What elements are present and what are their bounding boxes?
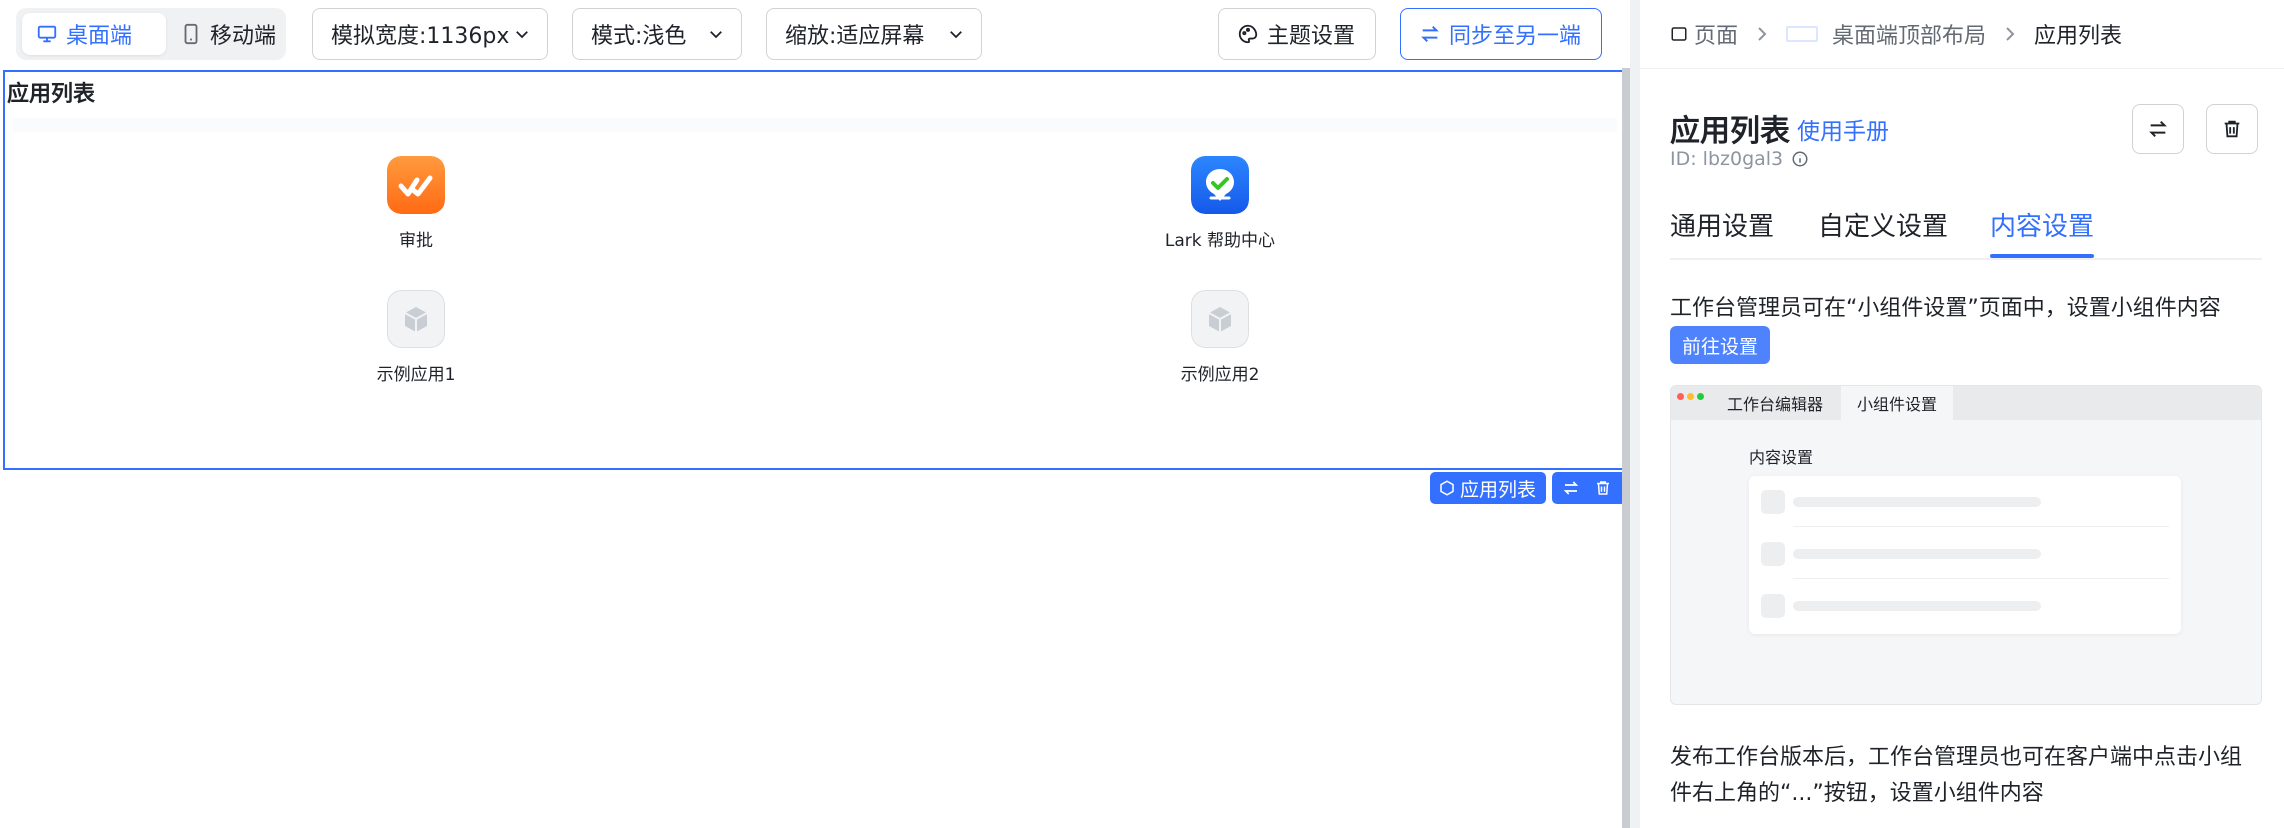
app-name: 示例应用2 xyxy=(1180,365,1260,385)
app-item-help-center[interactable]: Lark 帮助中心 xyxy=(1110,156,1330,251)
component-id: ID: lbz0gal3 xyxy=(1670,148,1809,170)
chevron-down-icon xyxy=(710,31,722,39)
preview-tab-widget-settings: 小组件设置 xyxy=(1841,386,1954,420)
width-select-value: 模拟宽度:1136px xyxy=(331,24,510,49)
cube-icon xyxy=(1191,290,1249,348)
help-center-icon xyxy=(1191,156,1249,214)
settings-tabs: 通用设置 自定义设置 内容设置 xyxy=(1670,200,2262,260)
cube-icon xyxy=(387,290,445,348)
breadcrumb-current: 应用列表 xyxy=(2034,24,2123,49)
theme-settings-button[interactable]: 主题设置 xyxy=(1218,8,1376,60)
properties-panel: 页面 桌面端顶部布局 应用列表 应用列表 使用手册 ID: lbz0gal3 通… xyxy=(1640,0,2284,828)
width-select[interactable]: 模拟宽度:1136px xyxy=(312,8,548,60)
breadcrumb: 页面 桌面端顶部布局 应用列表 xyxy=(1670,18,2122,50)
app-name: 审批 xyxy=(399,231,433,251)
chevron-right-icon xyxy=(2006,27,2015,41)
skeleton-divider xyxy=(1793,526,2169,527)
info-icon[interactable] xyxy=(1791,150,1809,168)
content-description: 工作台管理员可在“小组件设置”页面中，设置小组件内容 xyxy=(1670,296,2221,321)
widget-action-tag xyxy=(1552,472,1626,504)
chevron-down-icon xyxy=(516,31,528,39)
swap-component-button[interactable] xyxy=(2132,104,2184,154)
sync-other-device-button[interactable]: 同步至另一端 xyxy=(1400,8,1602,60)
skeleton-avatar xyxy=(1761,594,1785,618)
desktop-icon xyxy=(37,25,57,43)
delete-component-button[interactable] xyxy=(2206,104,2258,154)
zoom-select-value: 缩放:适应屏幕 xyxy=(785,24,925,49)
mode-select-value: 模式:浅色 xyxy=(591,24,687,49)
theme-settings-label: 主题设置 xyxy=(1267,24,1356,49)
widget-puzzle-icon xyxy=(1440,480,1454,496)
skeleton-avatar xyxy=(1761,490,1785,514)
mobile-icon xyxy=(184,23,198,45)
window-dot-red xyxy=(1677,393,1684,400)
app-list-widget[interactable]: 应用列表 审批 Lark 帮助中心 示例应用1 示例应用2 xyxy=(3,70,1627,470)
widget-header-stripe xyxy=(13,118,1617,132)
skeleton-avatar xyxy=(1761,542,1785,566)
active-tab-indicator xyxy=(1990,254,2094,258)
window-dot-green xyxy=(1697,393,1704,400)
preview-tab-editor: 工作台编辑器 xyxy=(1727,395,1824,414)
editor-area: 桌面端 移动端 模拟宽度:1136px 模式:浅色 缩放:适应屏幕 主题设置 同… xyxy=(0,0,1640,828)
preview-section-label: 内容设置 xyxy=(1749,448,1814,467)
app-name: Lark 帮助中心 xyxy=(1164,231,1276,251)
editor-toolbar: 桌面端 移动端 模拟宽度:1136px 模式:浅色 缩放:适应屏幕 主题设置 同… xyxy=(0,0,1640,68)
sync-other-device-label: 同步至另一端 xyxy=(1449,24,1582,49)
mode-select[interactable]: 模式:浅色 xyxy=(572,8,742,60)
preview-titlebar: 工作台编辑器 小组件设置 xyxy=(1671,386,2261,420)
skeleton-line xyxy=(1793,601,2041,611)
app-item-sample-1[interactable]: 示例应用1 xyxy=(306,290,526,385)
skeleton-divider xyxy=(1793,578,2169,579)
panel-title: 应用列表 xyxy=(1670,114,1790,149)
approval-icon xyxy=(387,156,445,214)
window-dot-yellow xyxy=(1687,393,1694,400)
device-mobile-label: 移动端 xyxy=(210,24,277,49)
device-desktop-label: 桌面端 xyxy=(66,24,133,49)
widget-name-tag[interactable]: 应用列表 xyxy=(1430,472,1546,504)
app-item-approval[interactable]: 审批 xyxy=(306,156,526,251)
preview-skeleton-card xyxy=(1749,476,2181,634)
goto-settings-button[interactable]: 前往设置 xyxy=(1670,326,1771,364)
client-setting-description: 发布工作台版本后，工作台管理员也可在客户端中点击小组件右上角的“...”按钮，设… xyxy=(1670,745,2243,806)
swap-icon xyxy=(1421,25,1439,43)
device-mobile-button[interactable]: 移动端 xyxy=(166,13,286,55)
settings-preview-image: 工作台编辑器 小组件设置 内容设置 xyxy=(1670,385,2262,705)
component-id-text: ID: lbz0gal3 xyxy=(1670,148,1784,170)
swap-icon[interactable] xyxy=(1562,479,1580,497)
chevron-right-icon xyxy=(1758,27,1767,41)
breadcrumb-layout[interactable]: 桌面端顶部布局 xyxy=(1832,18,1986,50)
user-manual-link[interactable]: 使用手册 xyxy=(1797,112,1889,146)
device-desktop-button[interactable]: 桌面端 xyxy=(22,13,166,55)
app-item-sample-2[interactable]: 示例应用2 xyxy=(1110,290,1330,385)
trash-icon xyxy=(2224,120,2240,138)
breadcrumb-page[interactable]: 页面 xyxy=(1694,18,1738,50)
skeleton-line xyxy=(1793,549,2041,559)
layout-icon xyxy=(1786,26,1819,42)
tab-general[interactable]: 通用设置 xyxy=(1670,206,1774,243)
trash-icon[interactable] xyxy=(1594,479,1612,497)
app-root: 桌面端 移动端 模拟宽度:1136px 模式:浅色 缩放:适应屏幕 主题设置 同… xyxy=(0,0,2284,828)
skeleton-line xyxy=(1793,497,2041,507)
canvas-scrollbar[interactable] xyxy=(1622,68,1630,828)
tab-content[interactable]: 内容设置 xyxy=(1990,206,2094,243)
app-name: 示例应用1 xyxy=(376,365,456,385)
widget-title: 应用列表 xyxy=(7,82,96,107)
widget-tag-label: 应用列表 xyxy=(1460,478,1537,501)
page-icon xyxy=(1671,27,1687,41)
panel-gutter xyxy=(1630,0,1640,828)
device-switcher: 桌面端 移动端 xyxy=(16,8,286,60)
palette-icon xyxy=(1238,24,1258,44)
panel-divider xyxy=(1640,68,2284,69)
tab-custom[interactable]: 自定义设置 xyxy=(1818,206,1948,243)
zoom-select[interactable]: 缩放:适应屏幕 xyxy=(766,8,982,60)
swap-icon xyxy=(2149,120,2167,138)
chevron-down-icon xyxy=(950,31,962,39)
